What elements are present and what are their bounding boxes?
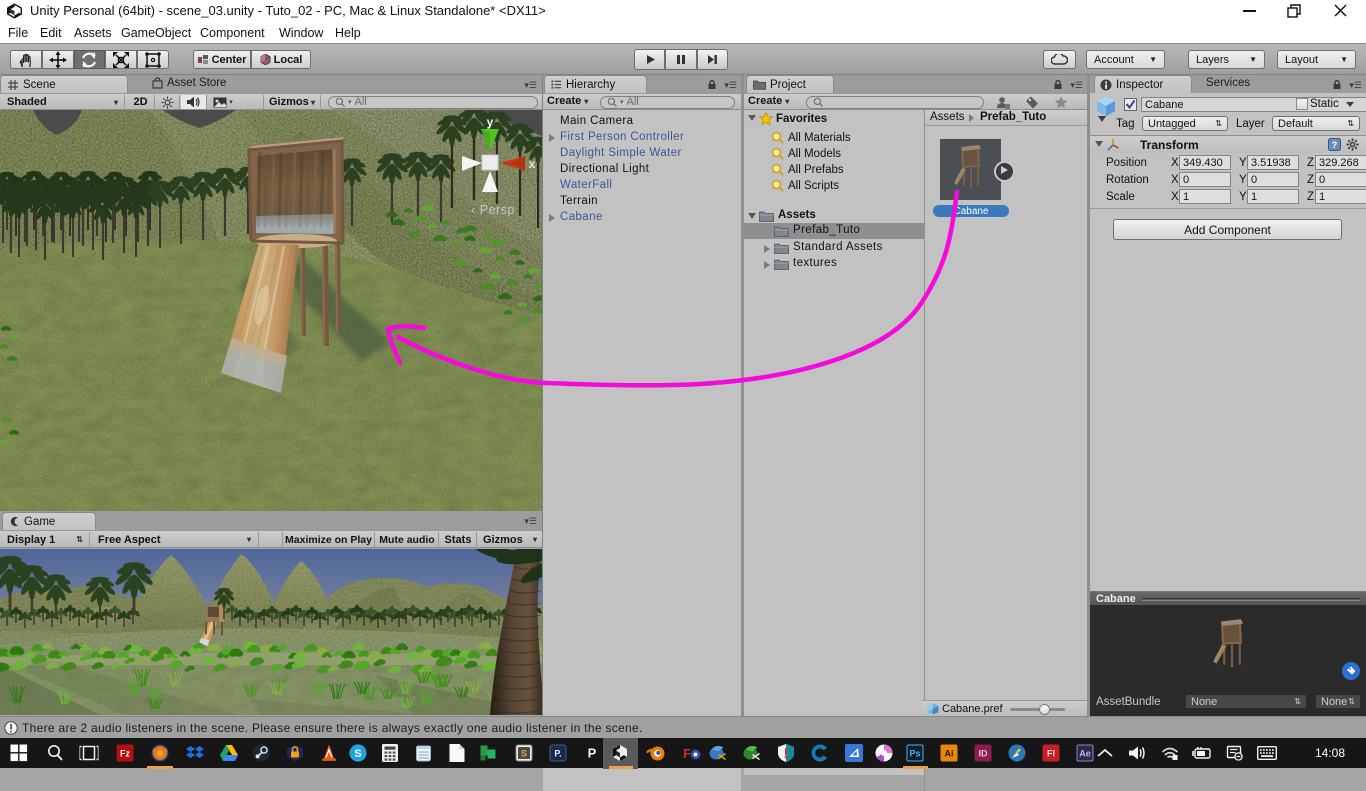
svg-text:F: F: [683, 746, 691, 761]
svg-text:y: y: [487, 115, 494, 129]
svg-text:S: S: [521, 749, 527, 759]
svg-text:x: x: [529, 157, 536, 171]
svg-text:?: ?: [1332, 140, 1338, 150]
svg-text:S: S: [354, 748, 361, 760]
svg-text:‹ Persp: ‹ Persp: [471, 203, 515, 217]
